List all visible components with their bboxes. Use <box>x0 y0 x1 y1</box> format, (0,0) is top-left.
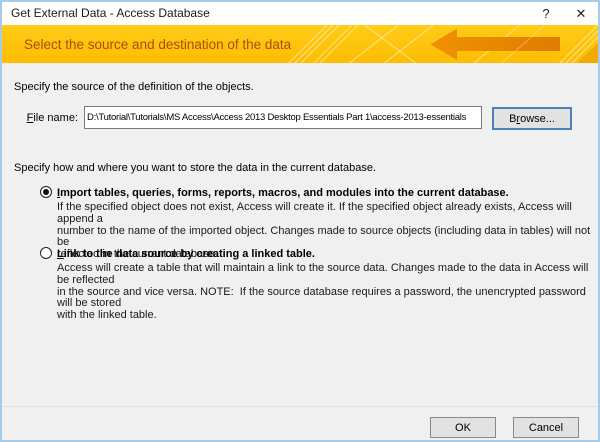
close-icon[interactable]: ✕ <box>569 2 593 25</box>
cancel-button[interactable]: Cancel <box>513 417 579 438</box>
source-instruction: Specify the source of the definition of … <box>14 81 254 93</box>
help-icon[interactable]: ? <box>534 2 558 25</box>
banner-heading: Select the source and destination of the… <box>24 37 291 52</box>
file-name-input[interactable] <box>84 106 482 129</box>
banner: Select the source and destination of the… <box>2 25 598 63</box>
link-option-label[interactable]: Link to the data source by creating a li… <box>57 248 315 260</box>
footer-divider <box>2 406 598 407</box>
file-name-label: File name: <box>16 112 78 124</box>
browse-button[interactable]: Browse... <box>492 107 572 130</box>
link-radio[interactable] <box>40 247 52 259</box>
store-instruction: Specify how and where you want to store … <box>14 162 376 174</box>
dialog-title: Get External Data - Access Database <box>11 2 210 25</box>
link-option-description: Access will create a table that will mai… <box>57 263 598 322</box>
import-option-label[interactable]: Import tables, queries, forms, reports, … <box>57 187 509 199</box>
title-bar: Get External Data - Access Database ? ✕ <box>2 2 598 25</box>
import-radio[interactable] <box>40 186 52 198</box>
ok-button[interactable]: OK <box>430 417 496 438</box>
get-external-data-dialog: Get External Data - Access Database ? ✕ <box>0 0 600 442</box>
